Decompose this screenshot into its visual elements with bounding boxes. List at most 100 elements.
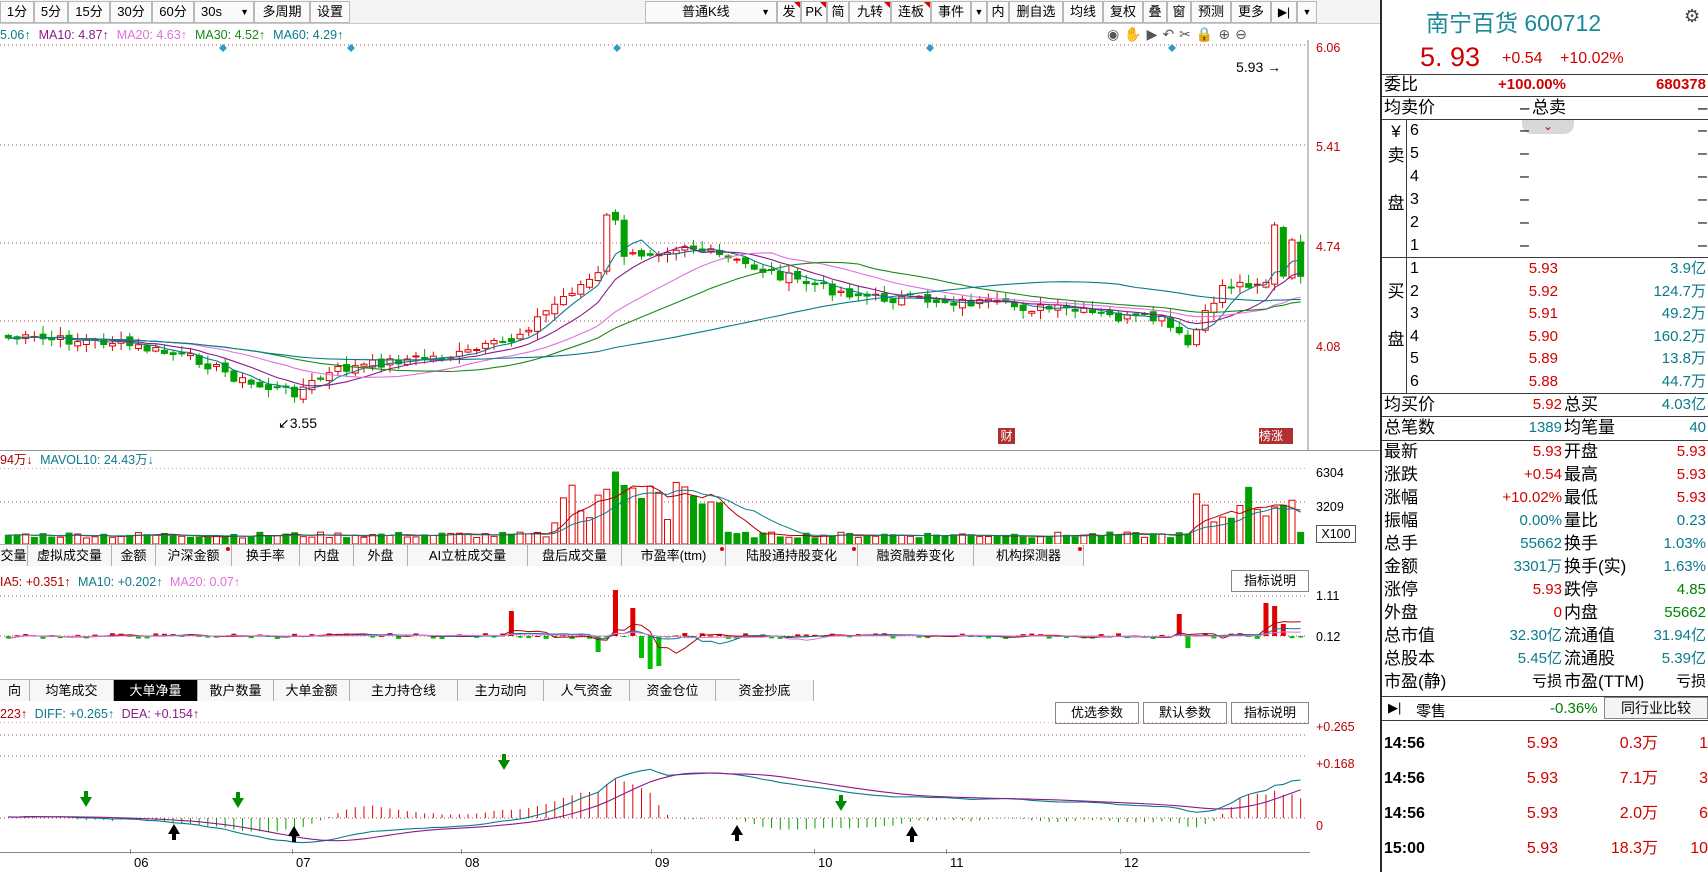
indicator-tab[interactable]: 换手率 <box>232 545 300 566</box>
period-30s-dropdown[interactable]: 30s ▼ <box>194 1 254 23</box>
volume-bar <box>1297 531 1305 544</box>
retail-label: 零售 <box>1416 703 1447 720</box>
event-dropdown-icon[interactable]: ▼ <box>971 1 987 23</box>
big-order-bar <box>647 636 653 669</box>
macd-help-button[interactable]: 指标说明 <box>1231 702 1309 724</box>
volume-bar <box>1253 508 1261 544</box>
settings-button[interactable]: 设置 <box>310 1 350 23</box>
sell-level-number: 1 <box>1410 237 1419 254</box>
tool-nei-button[interactable]: 内 <box>987 1 1009 23</box>
buy-level-volume: 49.2万 <box>1661 305 1706 322</box>
tool-adjust-button[interactable]: 复权 <box>1103 1 1143 23</box>
candle-body <box>594 272 602 281</box>
indicator-tab[interactable]: 散户数量 <box>198 680 274 701</box>
tool-forecast-button[interactable]: 预测 <box>1191 1 1231 23</box>
more-dropdown-icon[interactable]: ▼ <box>1297 1 1317 23</box>
tool-ma-button[interactable]: 均线 <box>1063 1 1103 23</box>
big-order-bar <box>1185 636 1191 648</box>
tick-volume: 18.3万 <box>1610 840 1658 857</box>
indicator-tab[interactable]: 机构探测器 <box>974 545 1084 566</box>
tool-pk-button[interactable]: PK <box>801 1 827 23</box>
indicator-tab[interactable]: 内盘 <box>300 545 354 566</box>
indicator-tab[interactable]: 交量 <box>0 545 28 566</box>
volume-chart[interactable] <box>0 468 1310 544</box>
candle-body <box>178 352 186 355</box>
tool-window-button[interactable]: 窗 <box>1167 1 1191 23</box>
period-1min-button[interactable]: 1分 <box>0 1 34 23</box>
tool-jiuzhuan-button[interactable]: 九转 <box>849 1 891 23</box>
collapse-panel-icon[interactable]: ▶| <box>1271 1 1297 23</box>
volume-bar <box>299 536 307 544</box>
indicator-tab[interactable]: 主力动向 <box>458 680 544 701</box>
indicator-tab[interactable]: 外盘 <box>354 545 408 566</box>
volume-bar <box>984 536 992 544</box>
indicator-tab[interactable]: 资金抄底 <box>716 680 814 701</box>
indicator-tab[interactable]: 沪深金额 <box>156 545 232 566</box>
indicator-tab[interactable]: 市盈率(ttm) <box>622 545 726 566</box>
candle-body <box>273 386 281 389</box>
financial-report-badge[interactable]: 财 <box>998 428 1015 444</box>
volume-bar <box>863 535 871 544</box>
indicator-help-button[interactable]: 指标说明 <box>1231 570 1309 592</box>
tool-lianban-button[interactable]: 连板 <box>891 1 931 23</box>
peer-comparison-button[interactable]: 同行业比较 <box>1604 697 1708 719</box>
indicator-tab[interactable]: 陆股通持股变化 <box>726 545 858 566</box>
tool-overlay-button[interactable]: 叠 <box>1143 1 1167 23</box>
indicator-tab[interactable]: 均笔成交 <box>30 680 114 701</box>
indicator-tab[interactable]: 主力持仓线 <box>350 680 458 701</box>
indicator-tab[interactable]: 虚拟成交量 <box>28 545 112 566</box>
tool-event-button[interactable]: 事件 <box>931 1 971 23</box>
kline-type-dropdown[interactable]: 普通K线 ▼ <box>645 1 777 23</box>
indicator-tab[interactable]: 资金仓位 <box>630 680 716 701</box>
indicator-tab[interactable]: 大单净量 <box>114 680 198 701</box>
tool-delete-watchlist-button[interactable]: 删自选 <box>1009 1 1063 23</box>
expand-depth-toggle-icon[interactable]: ⌄ <box>1522 120 1574 134</box>
period-15min-button[interactable]: 15分 <box>68 1 110 23</box>
kline-chart[interactable] <box>0 40 1310 450</box>
indicator-tab[interactable]: 向 <box>0 680 30 701</box>
total-buy-value: 4.03亿 <box>1661 396 1706 413</box>
default-params-button[interactable]: 默认参数 <box>1143 702 1227 724</box>
indicator-tab[interactable]: 融资融券变化 <box>858 545 974 566</box>
macd-axis-label: +0.168 <box>1316 757 1355 771</box>
big-order-bar <box>1280 624 1286 636</box>
tool-jian-button[interactable]: 简 <box>827 1 849 23</box>
weibi-pct: +100.00% <box>1498 76 1566 93</box>
tool-fa-button[interactable]: 发 <box>777 1 801 23</box>
volume-bar <box>1106 531 1114 544</box>
indicator-tab[interactable]: 大单金额 <box>274 680 350 701</box>
candle-body <box>1210 302 1218 313</box>
settings-gear-icon[interactable]: ⚙ <box>1684 6 1700 27</box>
period-30min-button[interactable]: 30分 <box>110 1 152 23</box>
volume-axis-label: 3209 <box>1316 500 1344 514</box>
sell-level-number: 2 <box>1410 214 1419 231</box>
volume-bar <box>91 536 99 544</box>
indicator-tab[interactable]: AI立桩成交量 <box>408 545 528 566</box>
ranking-badge[interactable]: 榜涨 <box>1259 428 1293 444</box>
sell-signal-arrow-icon <box>232 792 244 808</box>
big-order-legend-ma10: MA10: +0.202↑ <box>78 575 163 589</box>
volume-axis-label: 6304 <box>1316 466 1344 480</box>
stat-value: 55662 <box>1520 535 1562 552</box>
volume-bar <box>256 531 264 544</box>
preferred-params-button[interactable]: 优选参数 <box>1055 702 1139 724</box>
period-5min-button[interactable]: 5分 <box>34 1 68 23</box>
volume-bar <box>837 531 845 544</box>
indicator-tab[interactable]: 盘后成交量 <box>528 545 622 566</box>
expand-icon[interactable]: ▶| <box>1388 700 1401 716</box>
big-order-bar <box>612 590 618 636</box>
big-order-chart[interactable] <box>0 590 1310 674</box>
multi-period-button[interactable]: 多周期 <box>254 1 310 23</box>
stat-label: 流通股 <box>1564 649 1615 668</box>
volume-bar <box>1115 534 1123 544</box>
indicator-tab[interactable]: 金额 <box>112 545 156 566</box>
macd-chart[interactable] <box>0 722 1310 854</box>
price-axis-label: 5.41 <box>1316 140 1341 154</box>
period-60min-button[interactable]: 60分 <box>152 1 194 23</box>
volume-bar <box>854 536 862 544</box>
candle-body <box>152 347 160 352</box>
indicator-tab[interactable]: 人气资金 <box>544 680 630 701</box>
tool-more-button[interactable]: 更多 <box>1231 1 1271 23</box>
sell-level-number: 6 <box>1410 122 1419 139</box>
buy-signal-arrow-icon <box>168 824 180 840</box>
